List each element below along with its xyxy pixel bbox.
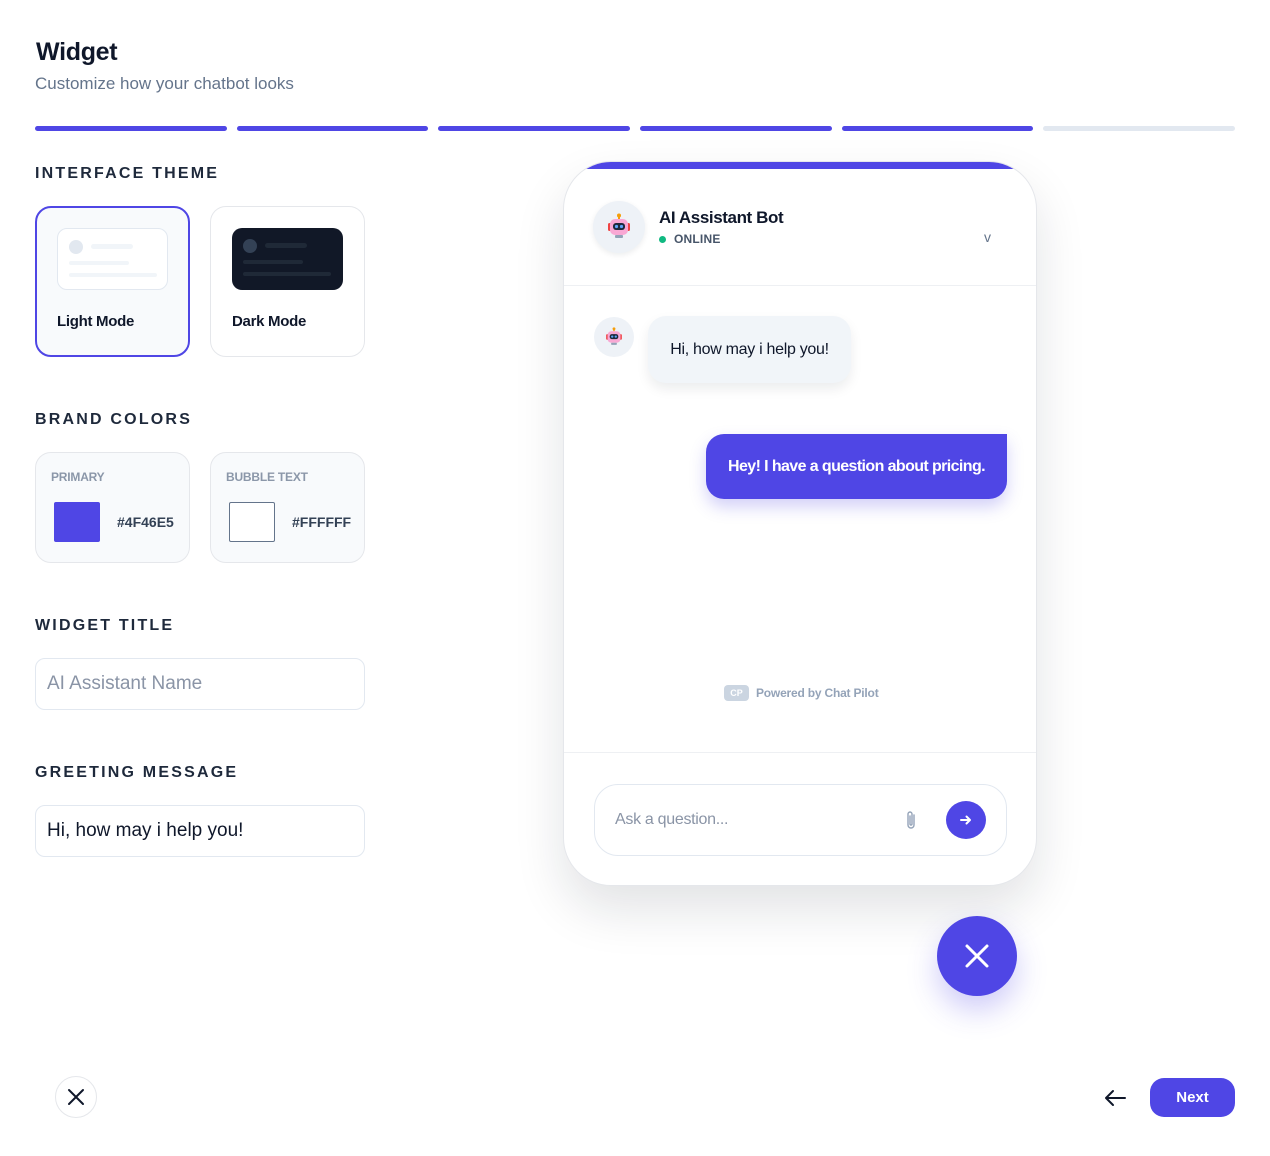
preview-line	[69, 261, 129, 265]
page-title: Widget	[36, 38, 118, 66]
chat-accent-bar	[564, 162, 1036, 169]
chevron-down-icon[interactable]: v	[984, 229, 991, 245]
theme-card-dark[interactable]: Dark Mode	[210, 206, 365, 357]
primary-color-label: PRIMARY	[51, 470, 105, 484]
primary-color-swatch[interactable]	[54, 502, 100, 542]
bot-name: AI Assistant Bot	[659, 208, 784, 227]
chat-widget-preview: AI Assistant Bot ONLINE v Hi, how may i …	[563, 161, 1037, 886]
arrow-left-icon	[1105, 1090, 1126, 1106]
close-widget-button[interactable]	[937, 916, 1017, 996]
preview-line	[265, 243, 307, 248]
page-subtitle: Customize how your chatbot looks	[35, 74, 294, 93]
user-message-bubble: Hey! I have a question about pricing.	[706, 434, 1007, 499]
bot-message-bubble: Hi, how may i help you!	[648, 316, 851, 383]
arrow-right-icon	[960, 815, 971, 825]
brand-colors-label: BRAND COLORS	[35, 411, 193, 428]
bubble-text-color-label: BUBBLE TEXT	[226, 470, 308, 484]
greeting-message-label: GREETING MESSAGE	[35, 764, 239, 781]
powered-by-text: Powered by Chat Pilot	[756, 686, 879, 700]
chat-pilot-logo: CP	[724, 685, 749, 701]
progress-step-5	[841, 126, 1034, 131]
send-button[interactable]	[946, 801, 986, 839]
progress-step-1	[35, 126, 227, 131]
progress-step-4	[640, 126, 832, 131]
header-divider	[564, 285, 1036, 286]
ask-question-input[interactable]	[615, 807, 885, 833]
close-button[interactable]	[55, 1076, 97, 1118]
preview-avatar-dot	[69, 240, 83, 254]
footer-divider	[564, 752, 1036, 753]
step-progress	[35, 126, 1236, 131]
ask-question-box	[594, 784, 1007, 856]
preview-line	[69, 273, 157, 277]
close-icon	[68, 1089, 84, 1105]
theme-label: Light Mode	[57, 313, 134, 330]
preview-line	[91, 244, 133, 249]
preview-avatar-dot	[243, 239, 257, 253]
theme-label: Dark Mode	[232, 313, 306, 330]
light-theme-preview	[57, 228, 168, 290]
online-status-dot	[659, 236, 666, 243]
robot-icon	[608, 213, 630, 238]
preview-line	[243, 272, 331, 276]
bubble-text-color-value: #FFFFFF	[292, 514, 352, 530]
bubble-text-color-card: BUBBLE TEXT #FFFFFF	[210, 452, 365, 563]
bubble-text-color-swatch[interactable]	[229, 502, 275, 542]
dark-theme-preview	[232, 228, 343, 290]
paperclip-icon[interactable]	[904, 809, 918, 831]
widget-title-label: WIDGET TITLE	[35, 617, 175, 634]
robot-icon	[606, 327, 622, 345]
primary-color-card: PRIMARY #4F46E5	[35, 452, 190, 563]
progress-step-3	[438, 126, 631, 131]
primary-color-value: #4F46E5	[117, 514, 174, 530]
online-status-text: ONLINE	[674, 232, 721, 246]
progress-step-2	[236, 126, 429, 131]
preview-line	[243, 260, 303, 264]
powered-by[interactable]: CP Powered by Chat Pilot	[724, 685, 879, 701]
interface-theme-label: INTERFACE THEME	[35, 165, 220, 182]
progress-step-6	[1043, 126, 1236, 131]
back-button[interactable]	[1101, 1084, 1129, 1112]
message-bot-avatar	[594, 317, 634, 357]
widget-title-input[interactable]	[35, 658, 365, 710]
bot-avatar	[593, 201, 645, 253]
next-button[interactable]: Next	[1150, 1078, 1235, 1117]
greeting-message-input[interactable]	[35, 805, 365, 857]
close-icon	[965, 944, 989, 968]
theme-card-light[interactable]: Light Mode	[35, 206, 190, 357]
